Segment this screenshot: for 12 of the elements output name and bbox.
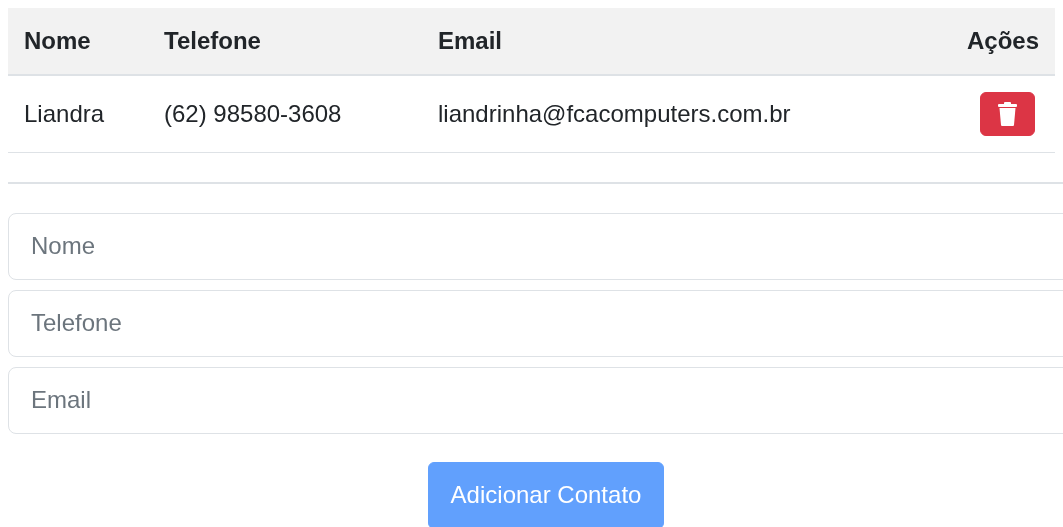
delete-button[interactable] xyxy=(980,91,1035,136)
input-field[interactable]: Email xyxy=(8,366,1063,434)
trash-icon xyxy=(998,101,1017,126)
column-header: Email xyxy=(438,27,503,54)
column-header: Ações xyxy=(966,27,1039,54)
input-field[interactable]: Telefone xyxy=(8,289,1063,357)
input-field[interactable]: Nome xyxy=(8,212,1063,280)
column-header: Nome xyxy=(24,27,91,54)
table-cell: liandrinha@fcacomputers.com.br xyxy=(438,99,791,127)
column-header: Telefone xyxy=(164,27,261,54)
table-cell: (62) 98580-3608 xyxy=(164,99,342,127)
table-cell: Liandra xyxy=(24,99,105,127)
